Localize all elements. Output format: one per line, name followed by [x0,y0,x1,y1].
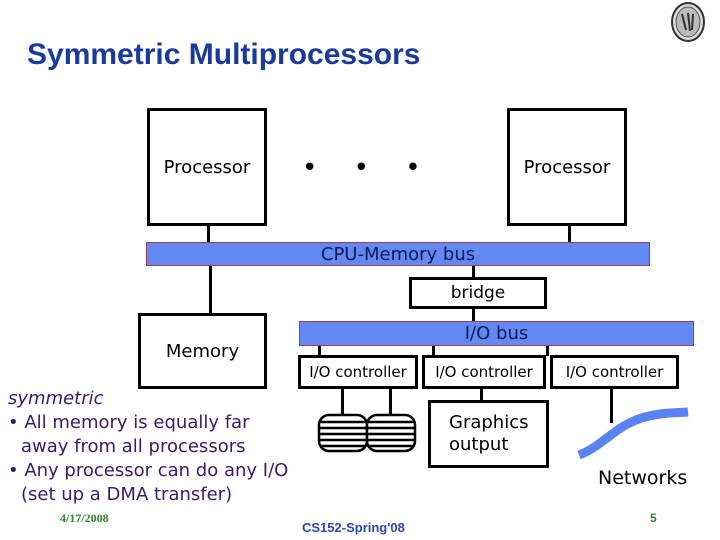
graphics-output-box: Graphics output [428,400,549,468]
connector-line [546,346,549,356]
networks-label: Networks [598,467,688,489]
io-controller-1: I/O controller [298,355,418,389]
disk-stack-icon [317,413,417,453]
graphics-output-label-line2: output [449,434,509,455]
io-bus: I/O bus [299,321,694,346]
notes-heading: symmetric [8,388,104,409]
connector-line [568,226,571,243]
cpu-memory-bus-label: CPU-Memory bus [320,243,476,265]
note-bullet-1-line1: • All memory is equally far [8,412,250,433]
processor-right-box: Processor [507,108,627,226]
cpu-memory-bus: CPU-Memory bus [146,242,650,266]
io-controller-1-label: I/O controller [309,363,407,381]
bridge-box: bridge [409,277,547,309]
processor-left-box: Processor [147,108,267,226]
footer-date: 4/17/2008 [60,511,109,525]
processor-right-label: Processor [523,156,611,178]
io-controller-2: I/O controller [422,355,546,389]
bridge-label: bridge [450,283,506,303]
university-seal-icon [671,2,705,42]
io-controller-3-label: I/O controller [565,363,664,381]
footer-page-number: 5 [650,511,657,525]
connector-line [207,226,210,243]
network-cable-icon [577,407,689,460]
io-controller-2-label: I/O controller [435,363,533,381]
ellipsis: • • • [302,153,435,183]
io-controller-3: I/O controller [550,355,679,389]
note-bullet-1-line2: away from all processors [21,436,246,457]
note-bullet-2-line2: (set up a DMA transfer) [21,484,233,505]
footer-course: CS152-Spring'08 [302,520,405,535]
notes-block: symmetric • All memory is equally far aw… [8,387,288,507]
memory-label: Memory [165,340,240,362]
io-bus-label: I/O bus [464,323,529,344]
connector-line [209,266,212,314]
processor-left-label: Processor [163,156,251,178]
note-bullet-2-line1: • Any processor can do any I/O [8,460,289,481]
memory-box: Memory [138,313,267,389]
graphics-output-label-line1: Graphics [449,412,529,433]
slide-title: Symmetric Multiprocessors [27,38,421,71]
